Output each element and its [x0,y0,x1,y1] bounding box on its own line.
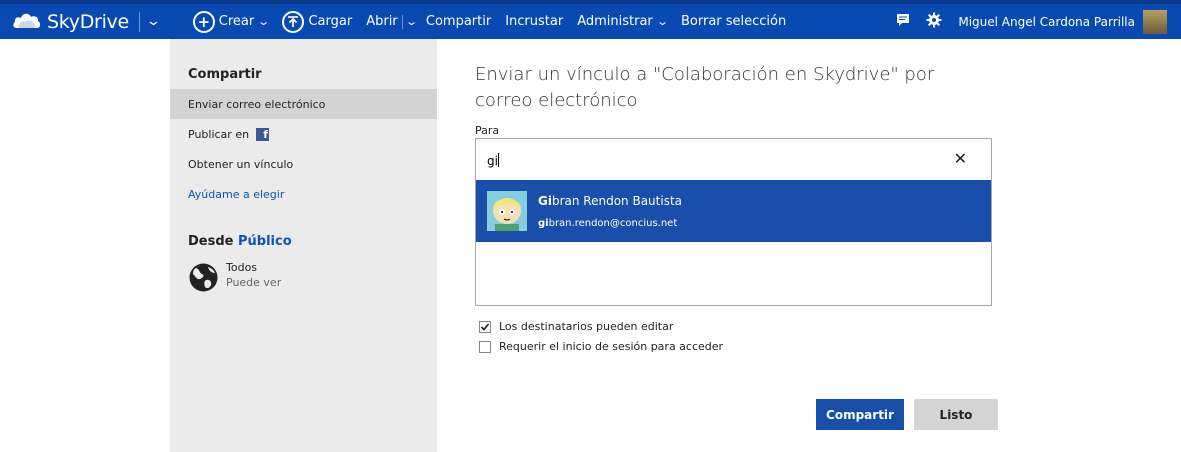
user-name[interactable]: Miguel Angel Cardona Parrilla [958,15,1135,29]
from-label: Desde [188,234,234,249]
from-value-link[interactable]: Público [238,234,292,249]
sidebar-item-label: Ayúdame a elegir [188,187,285,201]
administrar-label: Administrar [577,14,653,29]
from-heading: Desde Público [188,234,292,249]
sidebar-item-label: Obtener un vínculo [188,157,294,171]
contact-email-rest: bran.rendon@concius.net [548,218,678,229]
signin-checkbox[interactable] [479,340,491,353]
chevron-down-icon[interactable]: ⌄ [146,14,161,29]
crear-button[interactable]: + Crear ⌄ [192,10,271,33]
avatar[interactable] [1143,9,1167,34]
chevron-down-icon: ⌄ [404,15,418,28]
compartir-label: Compartir [425,14,492,29]
sidebar-item-label: Publicar en [188,127,250,141]
contact-name: Gibran Rendon Bautista [538,194,682,208]
incrustar-label: Incrustar [505,14,564,29]
match-highlight: Gi [538,194,552,208]
borrar-label: Borrar selección [680,14,787,29]
brand-name: SkyDrive [47,10,129,33]
user-area: Miguel Angel Cardona Parrilla [896,4,1181,39]
skydrive-logo[interactable]: SkyDrive [0,4,129,39]
chevron-down-icon: ⌄ [655,15,669,28]
sidebar-item-help[interactable]: Ayúdame a elegir [170,179,437,209]
dialog-title: Enviar un vínculo a "Colaboración en Sky… [475,64,935,111]
to-label: Para [475,124,500,137]
recipient-input[interactable]: gi [487,153,499,168]
match-highlight: gi [538,218,549,229]
contact-email: gibran.rendon@concius.net [538,218,677,229]
divider [401,14,403,29]
globe-icon [188,262,219,293]
avatar [487,191,527,231]
chevron-down-icon: ⌄ [257,15,271,28]
recipient-field[interactable]: gi ✕ Gibran Rendon Bautista gibran.rendo… [475,138,992,306]
close-icon[interactable]: ✕ [954,149,967,168]
contact-name-rest: bran Rendon Bautista [551,194,682,208]
audience-permission: Puede ver [226,276,282,289]
sidebar-item-label: Enviar correo electrónico [188,97,326,111]
recipient-input-text: gi [487,154,498,168]
administrar-button[interactable]: Administrar ⌄ [577,14,669,29]
compartir-button[interactable]: Compartir [426,14,491,29]
text-caret [497,153,499,167]
edit-checkbox[interactable] [479,320,491,333]
top-command-bar: SkyDrive ⌄ + Crear ⌄ Cargar Abrir ⌄ Comp… [0,0,1181,39]
share-sidebar: Compartir Enviar correo electrónico Publ… [170,39,437,452]
sidebar-item-email[interactable]: Enviar correo electrónico [170,89,437,119]
contact-suggestion[interactable]: Gibran Rendon Bautista gibran.rendon@con… [476,180,991,242]
chat-icon[interactable] [896,12,910,31]
abrir-label: Abrir [366,14,398,29]
share-button[interactable]: Compartir [816,399,904,430]
option-edit[interactable]: Los destinatarios pueden editar [479,320,673,333]
abrir-button[interactable]: Abrir ⌄ [366,14,418,29]
facebook-icon: f [256,127,270,141]
sidebar-item-publish[interactable]: Publicar en f [170,119,437,149]
done-button[interactable]: Listo [914,399,998,430]
upload-circle-icon [282,10,305,33]
option-signin-label: Requerir el inicio de sesión para accede… [499,340,724,353]
crear-label: Crear [218,14,255,29]
plus-circle-icon: + [192,10,215,33]
skydrive-cloud-icon [12,10,42,34]
option-signin[interactable]: Requerir el inicio de sesión para accede… [479,340,723,353]
gear-icon[interactable] [926,12,942,32]
option-edit-label: Los destinatarios pueden editar [499,320,674,333]
audience-title: Todos [226,261,258,274]
sidebar-item-get-link[interactable]: Obtener un vínculo [170,149,437,179]
cargar-label: Cargar [308,14,353,29]
divider [138,11,140,32]
borrar-seleccion-button[interactable]: Borrar selección [681,14,786,29]
incrustar-button[interactable]: Incrustar [505,14,563,29]
sidebar-heading: Compartir [188,67,262,82]
cargar-button[interactable]: Cargar [282,10,353,33]
